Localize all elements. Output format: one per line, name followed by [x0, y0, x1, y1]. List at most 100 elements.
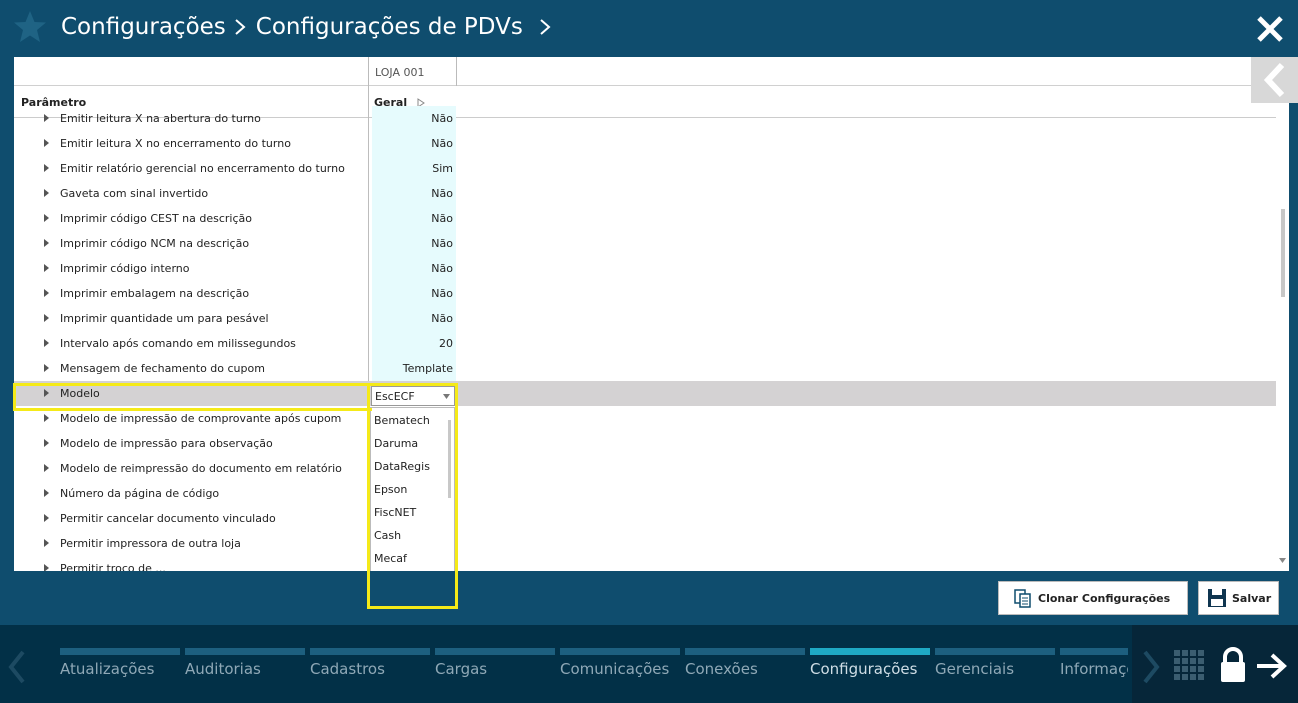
table-row[interactable]: Imprimir embalagem na descrição Não — [14, 281, 1276, 306]
nav-tab-indicator — [560, 648, 680, 655]
parameter-name: Imprimir código interno — [60, 262, 190, 275]
nav-tab[interactable]: Cadastros — [310, 648, 430, 688]
parameter-name: Modelo de reimpressão do documento em re… — [60, 462, 342, 475]
chevron-down-icon[interactable] — [443, 394, 450, 399]
expand-caret-icon[interactable] — [44, 264, 49, 272]
parameter-value[interactable]: Não — [372, 106, 456, 131]
logout-arrow-icon[interactable] — [1256, 653, 1288, 679]
clone-config-button[interactable]: Clonar Configurações — [998, 581, 1188, 615]
expand-caret-icon[interactable] — [44, 214, 49, 222]
table-row[interactable]: Emitir leitura X no encerramento do turn… — [14, 131, 1276, 156]
expand-caret-icon[interactable] — [44, 114, 49, 122]
nav-scroll-right-icon[interactable] — [1140, 650, 1162, 684]
modelo-options-list[interactable]: Bematech Daruma DataRegis Epson FiscNET Cash M… — [370, 407, 455, 571]
dropdown-option[interactable]: Mecaf — [374, 552, 407, 565]
parameter-value[interactable]: Template — [372, 356, 456, 381]
parameter-value[interactable]: Não — [372, 231, 456, 256]
table-row[interactable]: Modelo de reimpressão do documento em re… — [14, 456, 1276, 481]
expand-caret-icon[interactable] — [44, 389, 49, 397]
table-row[interactable]: Mensagem de fechamento do cupom Template — [14, 356, 1276, 381]
dropdown-option[interactable]: FiscNET — [374, 506, 416, 519]
table-row[interactable]: Modelo de impressão de comprovante após … — [14, 406, 1276, 431]
expand-caret-icon[interactable] — [44, 289, 49, 297]
table-row[interactable]: Gaveta com sinal invertido Não — [14, 181, 1276, 206]
chevron-right-icon[interactable] — [535, 15, 555, 39]
nav-tab-label: Cadastros — [310, 660, 385, 678]
nav-tab[interactable]: Cargas — [435, 648, 555, 688]
nav-tab[interactable]: Conexões — [685, 648, 805, 688]
expand-caret-icon[interactable] — [44, 489, 49, 497]
expand-caret-icon[interactable] — [44, 439, 49, 447]
parameter-name: Imprimir quantidade um para pesável — [60, 312, 269, 325]
dropdown-option[interactable]: Cash — [374, 529, 401, 542]
table-row[interactable]: Imprimir código CEST na descrição Não — [14, 206, 1276, 231]
parameter-name: Emitir leitura X no encerramento do turn… — [60, 137, 291, 150]
table-row[interactable]: Imprimir quantidade um para pesável Não — [14, 306, 1276, 331]
expand-caret-icon[interactable] — [44, 239, 49, 247]
breadcrumb-item-configuracoes[interactable]: Configurações — [61, 14, 226, 40]
parameter-value[interactable]: Não — [372, 281, 456, 306]
nav-tab-label: Gerenciais — [935, 660, 1015, 678]
expand-caret-icon[interactable] — [44, 414, 49, 422]
table-row[interactable]: Modelo — [14, 381, 1276, 406]
dropdown-option[interactable]: Bematech — [374, 414, 430, 427]
parameter-value[interactable]: Não — [372, 206, 456, 231]
table-row[interactable]: Emitir leitura X na abertura do turno Não — [14, 106, 1276, 131]
expand-caret-icon[interactable] — [44, 139, 49, 147]
modelo-select[interactable]: EscECF — [371, 386, 455, 406]
expand-caret-icon[interactable] — [44, 514, 49, 522]
expand-caret-icon[interactable] — [44, 339, 49, 347]
table-row[interactable]: Imprimir código NCM na descrição Não — [14, 231, 1276, 256]
table-row[interactable]: Permitir troco de ... — [14, 556, 1276, 571]
table-row[interactable]: Modelo de impressão para observação — [14, 431, 1276, 456]
close-icon[interactable] — [1255, 14, 1285, 44]
lock-icon[interactable] — [1219, 647, 1247, 683]
dropdown-scrollbar[interactable] — [448, 420, 451, 498]
scroll-down-icon[interactable] — [1279, 558, 1286, 563]
parameter-name: Imprimir embalagem na descrição — [60, 287, 250, 300]
nav-tab[interactable]: Atualizações — [60, 648, 180, 688]
dropdown-option[interactable]: DataRegis — [374, 460, 430, 473]
panel-scrollbar-thumb[interactable] — [1281, 209, 1285, 297]
parameter-value[interactable]: Sim — [372, 156, 456, 181]
parameter-value[interactable]: Não — [372, 306, 456, 331]
expand-caret-icon[interactable] — [44, 539, 49, 547]
table-row[interactable]: Permitir cancelar documento vinculado — [14, 506, 1276, 531]
favorite-star-icon[interactable] — [12, 9, 48, 45]
store-column-header[interactable]: LOJA 001 — [368, 57, 457, 86]
parameter-name: Intervalo após comando em milissegundos — [60, 337, 296, 350]
nav-tab[interactable]: Comunicações — [560, 648, 680, 688]
expand-caret-icon[interactable] — [44, 464, 49, 472]
expand-caret-icon[interactable] — [44, 364, 49, 372]
nav-tab[interactable]: Auditorias — [185, 648, 305, 688]
nav-tab[interactable]: Informações — [1060, 648, 1128, 688]
table-row[interactable]: Permitir impressora de outra loja — [14, 531, 1276, 556]
breadcrumb: Configurações Configurações de PDVs — [61, 10, 561, 44]
table-row[interactable]: Emitir relatório gerencial no encerramen… — [14, 156, 1276, 181]
nav-scroll-left-icon[interactable] — [6, 650, 28, 684]
parameter-name: Mensagem de fechamento do cupom — [60, 362, 265, 375]
save-button[interactable]: Salvar — [1198, 581, 1279, 615]
nav-tab[interactable]: Gerenciais — [935, 648, 1055, 688]
dropdown-option[interactable]: Epson — [374, 483, 407, 496]
modelo-select-value: EscECF — [375, 390, 415, 403]
apps-grid-icon[interactable] — [1174, 650, 1206, 682]
parameter-value[interactable]: Não — [372, 181, 456, 206]
expand-caret-icon[interactable] — [44, 564, 49, 571]
expand-caret-icon[interactable] — [44, 189, 49, 197]
breadcrumb-item-configuracoes-pdvs[interactable]: Configurações de PDVs — [256, 14, 523, 40]
parameter-name: Imprimir código NCM na descrição — [60, 237, 250, 250]
table-row[interactable]: Intervalo após comando em milissegundos 2… — [14, 331, 1276, 356]
expand-caret-icon[interactable] — [44, 164, 49, 172]
title-bar: Configurações Configurações de PDVs — [0, 0, 1298, 56]
nav-tab[interactable]: Configurações — [810, 648, 930, 688]
dropdown-option[interactable]: Daruma — [374, 437, 418, 450]
parameter-value[interactable]: Não — [372, 131, 456, 156]
expand-caret-icon[interactable] — [44, 314, 49, 322]
table-row[interactable]: Número da página de código — [14, 481, 1276, 506]
parameter-value[interactable]: Não — [372, 256, 456, 281]
table-row[interactable]: Imprimir código interno Não — [14, 256, 1276, 281]
parameter-name: Imprimir código CEST na descrição — [60, 212, 253, 225]
collapse-panel-button[interactable] — [1251, 57, 1298, 103]
parameter-value[interactable]: 20 — [372, 331, 456, 356]
